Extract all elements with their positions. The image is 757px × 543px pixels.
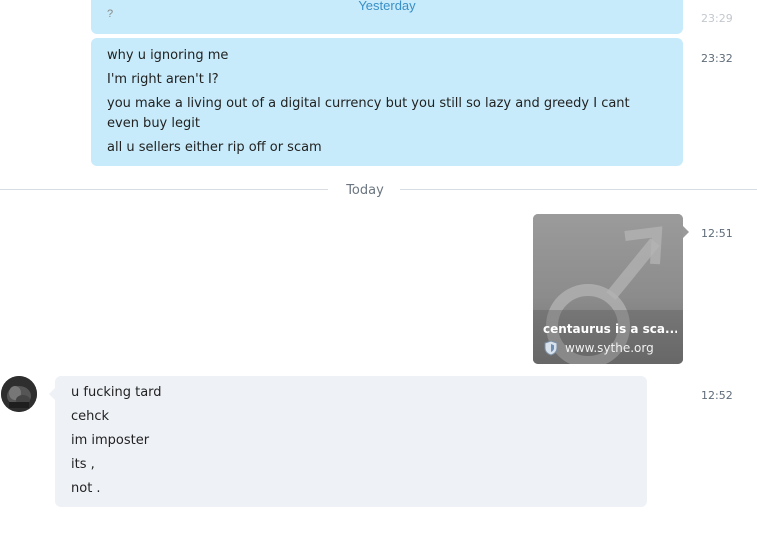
link-title: centaurus is a sca... [543,322,677,336]
date-label-yesterday: Yesterday [358,0,416,13]
bubble-tail [683,226,689,238]
divider-line-left [0,189,328,190]
message-line: not . [71,481,101,496]
message-timestamp: 12:51 [701,227,733,240]
message-bubble-clipped[interactable]: Yesterday ? [91,0,683,34]
message-line: you make a living out of a digital curre… [107,96,630,131]
divider-line-right [400,189,757,190]
avatar[interactable] [1,376,37,412]
link-preview-card[interactable]: centaurus is a sca... www.sythe.org [533,214,683,364]
shield-icon [544,340,558,356]
message-fragment-text: ? [107,8,114,20]
message-timestamp: 23:29 [701,12,733,25]
link-site: www.sythe.org [565,341,654,355]
message-line: u fucking tard [71,385,162,400]
outgoing-message-bubble[interactable]: why u ignoring me I'm right aren't I? yo… [91,38,683,166]
message-line: its , [71,457,95,472]
message-timestamp: 12:52 [701,389,733,402]
message-line: cehck [71,409,110,424]
date-divider-today: Today [346,183,384,198]
message-line: why u ignoring me [107,48,229,63]
message-line: all u sellers either rip off or scam [107,140,322,155]
message-line: im imposter [71,433,150,448]
message-line: I'm right aren't I? [107,72,219,87]
avatar-image [1,376,37,412]
incoming-message-bubble[interactable]: u fucking tard cehck im imposter its , n… [55,376,647,507]
message-timestamp: 23:32 [701,52,733,65]
